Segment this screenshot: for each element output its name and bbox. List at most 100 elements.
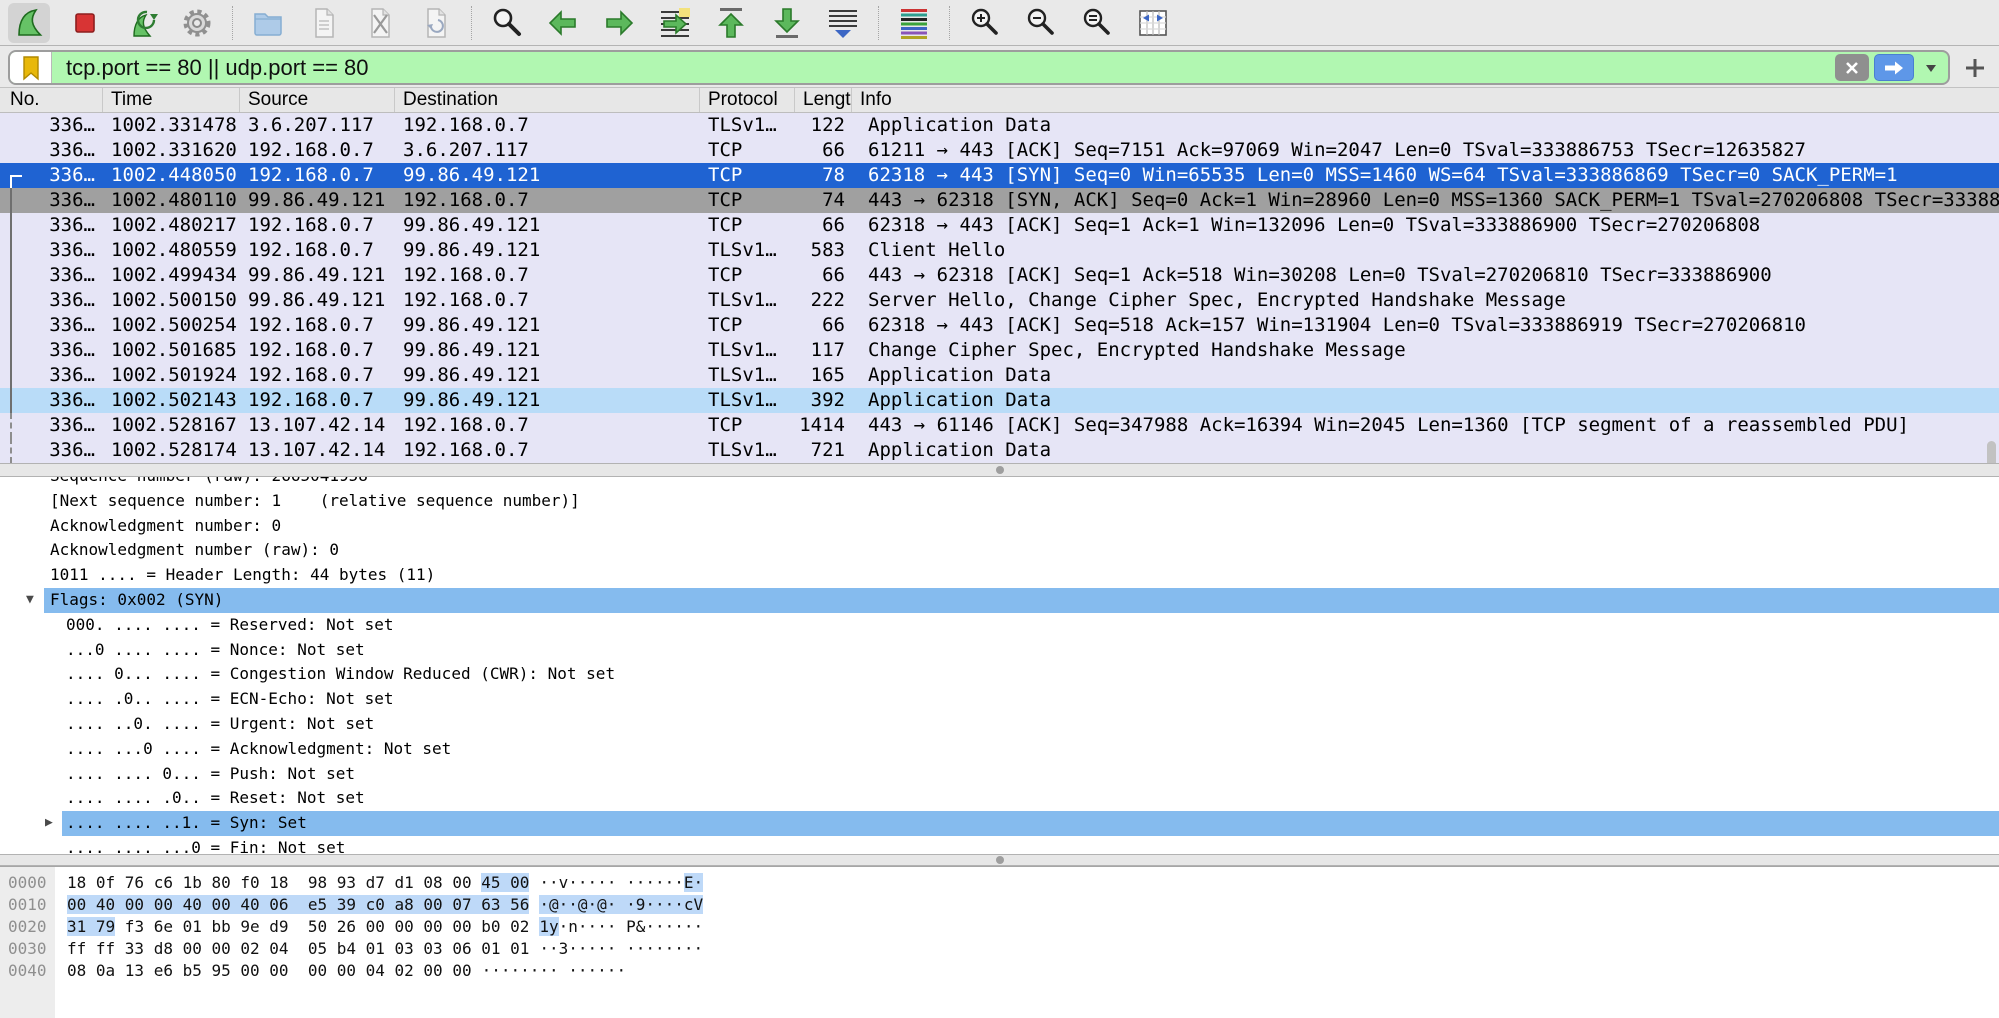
zoom-out-button[interactable] — [1020, 3, 1062, 43]
restart-capture-button[interactable] — [120, 3, 162, 43]
detail-line[interactable]: .... 0... .... = Congestion Window Reduc… — [0, 662, 1999, 687]
packet-row[interactable]: 336…1002.3314783.6.207.117192.168.0.7TLS… — [0, 113, 1999, 138]
find-packet-button[interactable] — [486, 3, 528, 43]
hex-row[interactable]: 004008 0a 13 e6 b5 95 00 00 00 00 04 02 … — [0, 960, 1999, 982]
display-filter-input[interactable]: tcp.port == 80 || udp.port == 80 — [8, 50, 1950, 85]
packet-row[interactable]: 336…1002.480217192.168.0.799.86.49.121TC… — [0, 213, 1999, 238]
bookmark-icon — [20, 55, 42, 81]
packet-row[interactable]: 336…1002.48011099.86.49.121192.168.0.7TC… — [0, 188, 1999, 213]
toolbar-separator — [949, 6, 950, 40]
detail-line[interactable]: .... .... .0.. = Reset: Not set — [0, 786, 1999, 811]
capture-options-button[interactable] — [176, 3, 218, 43]
detail-line[interactable]: 000. .... .... = Reserved: Not set — [0, 613, 1999, 638]
related-packet-dash-mark — [10, 413, 12, 438]
resize-columns-button[interactable] — [1132, 3, 1174, 43]
column-header-destination[interactable]: Destination — [395, 88, 700, 112]
clear-filter-icon — [1844, 60, 1860, 76]
hex-offset: 0030 — [0, 938, 55, 960]
expander-open-icon[interactable]: ▼ — [26, 588, 34, 613]
reload-file-button[interactable] — [415, 3, 457, 43]
hex-offset: 0020 — [0, 916, 55, 938]
save-file-button[interactable] — [303, 3, 345, 43]
detail-line[interactable]: .... ..0. .... = Urgent: Not set — [0, 712, 1999, 737]
packet-row[interactable]: 336…1002.501924192.168.0.799.86.49.121TL… — [0, 363, 1999, 388]
zoom-original-button[interactable] — [1076, 3, 1118, 43]
conversation-line-mark — [10, 363, 12, 388]
filter-bookmark-button[interactable] — [10, 52, 52, 83]
toolbar-separator — [878, 6, 879, 40]
coloring-rules-button[interactable] — [893, 3, 935, 43]
column-header-no[interactable]: No. — [0, 88, 103, 112]
go-to-packet-button[interactable] — [654, 3, 696, 43]
arrow-left-icon — [545, 5, 581, 41]
pane-splitter[interactable] — [0, 854, 1999, 866]
detail-line[interactable]: Acknowledgment number (raw): 0 — [0, 538, 1999, 563]
previous-packet-button[interactable] — [542, 3, 584, 43]
close-file-icon — [362, 5, 398, 41]
stop-capture-button[interactable] — [64, 3, 106, 43]
detail-line[interactable]: 1011 .... = Header Length: 44 bytes (11) — [0, 563, 1999, 588]
arrow-right-icon — [601, 5, 637, 41]
close-file-button[interactable] — [359, 3, 401, 43]
clear-filter-button[interactable] — [1835, 54, 1869, 81]
search-icon — [489, 5, 525, 41]
hex-row[interactable]: 001000 40 00 00 40 00 40 06 e5 39 c0 a8 … — [0, 894, 1999, 916]
auto-scroll-button[interactable] — [822, 3, 864, 43]
packet-row[interactable]: 336…1002.50015099.86.49.121192.168.0.7TL… — [0, 288, 1999, 313]
column-header-length[interactable]: Length — [795, 88, 852, 112]
column-header-info[interactable]: Info — [852, 88, 1999, 112]
conversation-line-mark — [10, 213, 12, 238]
pane-splitter[interactable] — [0, 463, 1999, 477]
next-packet-button[interactable] — [598, 3, 640, 43]
detail-line[interactable]: .... ...0 .... = Acknowledgment: Not set — [0, 737, 1999, 762]
first-packet-button[interactable] — [710, 3, 752, 43]
filter-toolbar: tcp.port == 80 || udp.port == 80 — [0, 47, 1999, 88]
packet-row[interactable]: 336…1002.480559192.168.0.799.86.49.121TL… — [0, 238, 1999, 263]
detail-line-syn-highlight[interactable]: ▶.... .... ..1. = Syn: Set — [0, 811, 1999, 836]
hex-offset: 0010 — [0, 894, 55, 916]
packet-list-header: No. Time Source Destination Protocol Len… — [0, 88, 1999, 113]
resize-columns-icon — [1135, 5, 1171, 41]
column-header-source[interactable]: Source — [240, 88, 395, 112]
detail-line[interactable]: .... .0.. .... = ECN-Echo: Not set — [0, 687, 1999, 712]
packet-row[interactable]: 336…1002.331620192.168.0.73.6.207.117TCP… — [0, 138, 1999, 163]
packet-row[interactable]: 336…1002.52816713.107.42.14192.168.0.7TC… — [0, 413, 1999, 438]
packet-row[interactable]: 336…1002.502143192.168.0.799.86.49.121TL… — [0, 388, 1999, 413]
toolbar-separator — [471, 6, 472, 40]
detail-line[interactable]: ...0 .... .... = Nonce: Not set — [0, 638, 1999, 663]
hex-offset: 0000 — [0, 872, 55, 894]
column-header-time[interactable]: Time — [103, 88, 240, 112]
zoom-original-icon — [1079, 5, 1115, 41]
packet-row-selected[interactable]: 336…1002.448050192.168.0.799.86.49.121TC… — [0, 163, 1999, 188]
open-file-button[interactable] — [247, 3, 289, 43]
detail-line[interactable]: Sequence number (raw): 2665041958 — [0, 477, 1999, 489]
packet-row[interactable]: 336…1002.501685192.168.0.799.86.49.121TL… — [0, 338, 1999, 363]
packet-row[interactable]: 336…1002.49943499.86.49.121192.168.0.7TC… — [0, 263, 1999, 288]
filter-dropdown-button[interactable] — [1919, 54, 1943, 81]
add-filter-button[interactable] — [1958, 53, 1992, 83]
zoom-in-icon — [967, 5, 1003, 41]
arrow-up-bar-icon — [713, 5, 749, 41]
column-header-protocol[interactable]: Protocol — [700, 88, 795, 112]
expander-closed-icon[interactable]: ▶ — [45, 811, 53, 836]
detail-line[interactable]: Acknowledgment number: 0 — [0, 514, 1999, 539]
hex-row[interactable]: 0030ff ff 33 d8 00 00 02 04 05 b4 01 03 … — [0, 938, 1999, 960]
apply-filter-button[interactable] — [1874, 54, 1914, 81]
detail-line[interactable]: [Next sequence number: 1 (relative seque… — [0, 489, 1999, 514]
display-filter-value[interactable]: tcp.port == 80 || udp.port == 80 — [52, 55, 1835, 81]
packet-row[interactable]: 336…1002.500254192.168.0.799.86.49.121TC… — [0, 313, 1999, 338]
packet-list: 336…1002.3314783.6.207.117192.168.0.7TLS… — [0, 113, 1999, 463]
hex-row[interactable]: 002031 79 f3 6e 01 bb 9e d9 50 26 00 00 … — [0, 916, 1999, 938]
toolbar-separator — [232, 6, 233, 40]
detail-line[interactable]: .... .... 0... = Push: Not set — [0, 762, 1999, 787]
arrow-down-bar-icon — [769, 5, 805, 41]
start-capture-button[interactable] — [8, 3, 50, 43]
zoom-in-button[interactable] — [964, 3, 1006, 43]
last-packet-button[interactable] — [766, 3, 808, 43]
detail-line[interactable]: .... .... ...0 = Fin: Not set — [0, 836, 1999, 854]
conversation-line-mark — [10, 313, 12, 338]
hex-row[interactable]: 000018 0f 76 c6 1b 80 f0 18 98 93 d7 d1 … — [0, 872, 1999, 894]
detail-line-flags-selected[interactable]: ▼Flags: 0x002 (SYN) — [0, 588, 1999, 613]
packet-row[interactable]: 336…1002.52817413.107.42.14192.168.0.7TL… — [0, 438, 1999, 463]
plus-icon — [1964, 57, 1986, 79]
